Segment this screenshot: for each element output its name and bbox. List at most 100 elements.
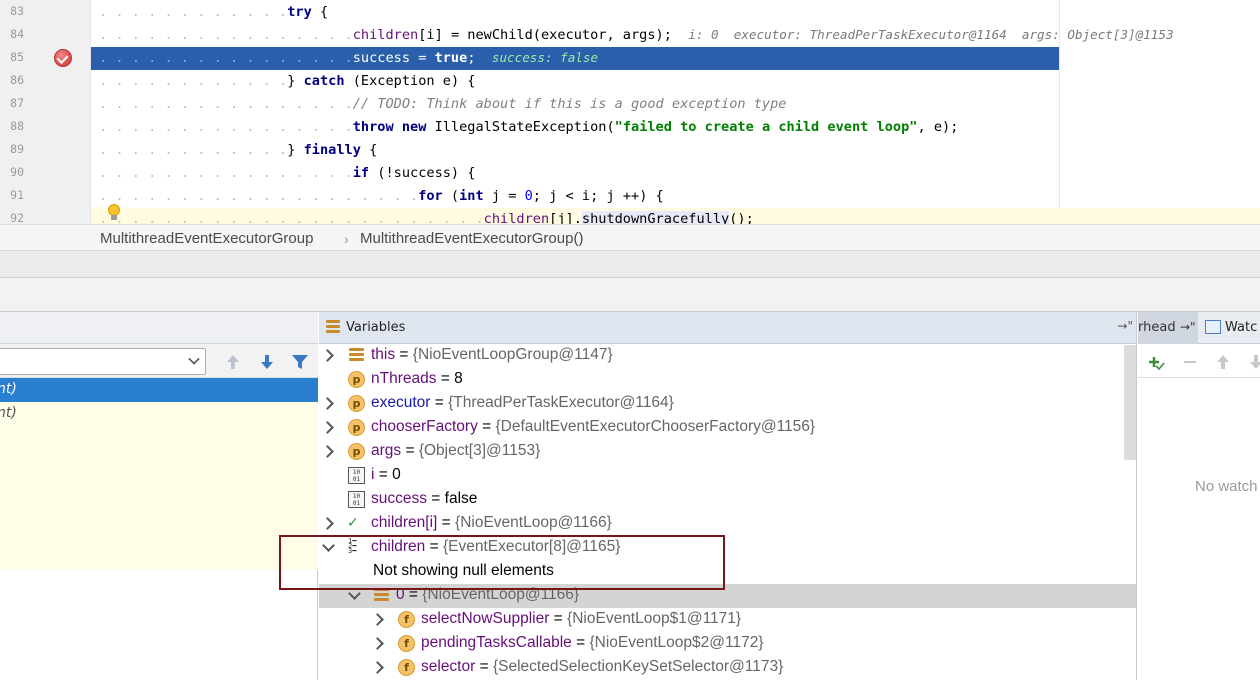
line-number: 92: [10, 211, 24, 224]
variables-scrollbar[interactable]: [1124, 345, 1136, 460]
thread-selector-dropdown[interactable]: [0, 348, 206, 375]
variable-value: {NioEventLoop@1166}: [455, 514, 612, 531]
collapse-arrow-icon[interactable]: [347, 588, 361, 602]
expand-arrow-icon[interactable]: [321, 420, 335, 434]
arrow-down-icon[interactable]: [257, 352, 277, 372]
variable-value: false: [444, 490, 478, 507]
variable-row-selectnowsupplier[interactable]: f selectNowSupplier = {NioEventLoop$1@11…: [319, 608, 1136, 632]
filter-icon[interactable]: [290, 352, 310, 372]
line-number: 86: [10, 73, 24, 87]
watches-icon: [1205, 320, 1221, 334]
breadcrumb: MultithreadEventExecutorGroup › Multithr…: [0, 224, 1260, 251]
breadcrumb-class[interactable]: MultithreadEventExecutorGroup: [100, 230, 313, 247]
primitive-icon: 10 01: [348, 491, 365, 508]
parameter-icon: p: [348, 419, 365, 436]
code-line[interactable]: 83 . . . . . . . . . . . .try {: [0, 1, 1260, 24]
variable-name: this: [371, 346, 396, 363]
variable-name: chooserFactory: [371, 418, 478, 435]
add-watch-icon[interactable]: [1145, 352, 1165, 372]
lightbulb-icon[interactable]: [107, 204, 121, 222]
expand-arrow-icon[interactable]: [371, 612, 385, 626]
line-number: 85: [10, 50, 24, 64]
variable-row-executor[interactable]: p executor = {ThreadPerTaskExecutor@1164…: [319, 392, 1136, 416]
variable-name: selectNowSupplier: [421, 610, 550, 627]
code-text: . . . . . . . . . . . .} catch (Exceptio…: [99, 73, 476, 89]
code-line[interactable]: 86 . . . . . . . . . . . .} catch (Excep…: [0, 70, 1260, 93]
variable-row-children-i[interactable]: ✓ children[i] = {NioEventLoop@1166}: [319, 512, 1136, 536]
code-line[interactable]: 91 . . . . . . . . . . . . . . . . . . .…: [0, 185, 1260, 208]
parameter-icon: p: [348, 371, 365, 388]
tab-threads-label: rhead: [1138, 320, 1176, 335]
variable-row-this[interactable]: this = {NioEventLoopGroup@1147}: [319, 344, 1136, 368]
code-text: . . . . . . . . . . . .try {: [99, 4, 329, 20]
code-text: . . . . . . . . . . . .} finally {: [99, 142, 378, 158]
variables-title: Variables: [346, 320, 406, 335]
arrow-down-icon[interactable]: [1246, 352, 1260, 372]
variable-row-pendingtaskscallable[interactable]: f pendingTasksCallable = {NioEventLoop$2…: [319, 632, 1136, 656]
collapse-arrow-icon[interactable]: [321, 540, 335, 554]
variables-panel: Variables →" this = {NioEventLoopGroup@1…: [319, 312, 1137, 680]
frame-label: nt): [0, 381, 17, 397]
variable-row-chooserfactory[interactable]: p chooserFactory = {DefaultEventExecutor…: [319, 416, 1136, 440]
variable-row-nthreads[interactable]: p nThreads = 8: [319, 368, 1136, 392]
field-icon: f: [398, 635, 415, 652]
pin-icon[interactable]: →": [1180, 320, 1196, 334]
code-line[interactable]: 84 . . . . . . . . . . . . . . . .childr…: [0, 24, 1260, 47]
tab-threads[interactable]: rhead →": [1138, 312, 1198, 344]
variable-row-selector[interactable]: f selector = {SelectedSelectionKeySetSel…: [319, 656, 1136, 680]
expand-arrow-icon[interactable]: [371, 636, 385, 650]
variable-row-success[interactable]: 10 01 success = false: [319, 488, 1136, 512]
watches-panel: rhead →" Watc No watch: [1138, 312, 1260, 680]
variable-row-element-0[interactable]: 0 = {NioEventLoop@1166}: [319, 584, 1136, 608]
variable-row-children[interactable]: 1━ 2━ 3━ children = {EventExecutor[8]@1165…: [319, 536, 1136, 560]
chevron-down-icon: [188, 353, 200, 365]
variable-value: {NioEventLoop$2@1172}: [589, 634, 764, 651]
code-line[interactable]: 92 . . . . . . . . . . . . . . . . . . .…: [0, 208, 1260, 224]
expand-arrow-icon[interactable]: [321, 348, 335, 362]
line-number: 83: [10, 4, 24, 18]
expand-arrow-icon[interactable]: [321, 516, 335, 530]
code-text: . . . . . . . . . . . . . . . .// TODO: …: [99, 96, 787, 112]
parameter-icon: p: [348, 395, 365, 412]
code-line[interactable]: 88 . . . . . . . . . . . . . . . .throw …: [0, 116, 1260, 139]
remove-watch-icon[interactable]: [1180, 352, 1200, 372]
frame-label: nt): [0, 405, 17, 421]
code-text: . . . . . . . . . . . . . . . .if (!succ…: [99, 165, 476, 181]
line-number: 87: [10, 96, 24, 110]
variable-row-args[interactable]: p args = {Object[3]@1153}: [319, 440, 1136, 464]
expand-arrow-icon[interactable]: [321, 396, 335, 410]
variable-value: 8: [454, 370, 463, 387]
code-text: . . . . . . . . . . . . . . . .children[…: [99, 27, 1174, 43]
arrow-up-icon[interactable]: [1213, 352, 1233, 372]
variable-value: {NioEventLoop$1@1171}: [567, 610, 742, 627]
code-line-current[interactable]: 85 . . . . . . . . . . . . . . . .succes…: [0, 47, 1260, 70]
variable-name: selector: [421, 658, 476, 675]
breadcrumb-method[interactable]: MultithreadEventExecutorGroup(): [360, 230, 583, 247]
frames-list[interactable]: nt) nt): [0, 378, 318, 570]
field-icon: f: [398, 659, 415, 676]
code-text: . . . . . . . . . . . . . . . .throw new…: [99, 119, 959, 135]
frames-header: [0, 312, 318, 344]
code-editor[interactable]: 83 . . . . . . . . . . . .try { 84 . . .…: [0, 0, 1260, 224]
frames-panel: nt) nt): [0, 312, 318, 680]
object-icon: [348, 347, 365, 364]
variable-name: success: [371, 490, 427, 507]
breakpoint-icon[interactable]: [54, 49, 72, 67]
variable-value: {ThreadPerTaskExecutor@1164}: [448, 394, 674, 411]
variable-value: {Object[3]@1153}: [418, 442, 541, 459]
variable-value: {SelectedSelectionKeySetSelector@1173}: [492, 658, 784, 675]
code-line[interactable]: 90 . . . . . . . . . . . . . . . .if (!s…: [0, 162, 1260, 185]
pin-icon[interactable]: →": [1117, 319, 1133, 333]
frames-toolbar: [0, 344, 318, 378]
code-line[interactable]: 89 . . . . . . . . . . . .} finally {: [0, 139, 1260, 162]
variable-name: nThreads: [371, 370, 437, 387]
expand-arrow-icon[interactable]: [321, 444, 335, 458]
arrow-up-icon[interactable]: [223, 352, 243, 372]
frame-item-selected[interactable]: nt): [0, 378, 318, 402]
variable-row-i[interactable]: 10 01 i = 0: [319, 464, 1136, 488]
code-text: . . . . . . . . . . . . . . . . . . . . …: [99, 211, 754, 224]
code-line[interactable]: 87 . . . . . . . . . . . . . . . .// TOD…: [0, 93, 1260, 116]
object-icon: [373, 587, 390, 604]
frame-item[interactable]: nt): [0, 402, 318, 426]
expand-arrow-icon[interactable]: [371, 660, 385, 674]
